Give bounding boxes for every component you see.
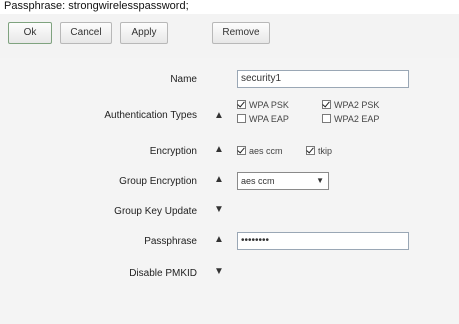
- group-encryption-row: Group Encryption ▲ aes ccm ▼: [0, 170, 459, 196]
- ok-button[interactable]: Ok: [8, 22, 52, 44]
- caption-text: Passphrase: strongwirelesspassword;: [4, 0, 189, 12]
- collapse-arrow-icon[interactable]: ▲: [214, 174, 224, 185]
- remove-button[interactable]: Remove: [212, 22, 270, 44]
- group-encryption-select[interactable]: aes ccm ▼: [237, 172, 329, 190]
- dropdown-arrow-icon: ▼: [316, 176, 324, 185]
- group-encryption-label: Group Encryption: [119, 176, 197, 187]
- encryption-aes-ccm-checkbox[interactable]: aes ccm: [237, 146, 283, 156]
- passphrase-input[interactable]: ••••••••: [237, 232, 409, 250]
- auth-wpa-psk-checkbox[interactable]: WPA PSK: [237, 100, 289, 110]
- name-input[interactable]: security1: [237, 70, 409, 88]
- apply-button[interactable]: Apply: [120, 22, 168, 44]
- auth-types-label: Authentication Types: [104, 110, 197, 121]
- expand-arrow-icon[interactable]: ▼: [214, 266, 224, 277]
- disable-pmkid-label: Disable PMKID: [129, 268, 197, 279]
- checkbox-icon: [237, 114, 246, 123]
- auth-wpa2-eap-checkbox[interactable]: WPA2 EAP: [322, 114, 379, 124]
- name-row: Name security1: [0, 68, 459, 94]
- passphrase-row: Passphrase ▲ ••••••••: [0, 230, 459, 256]
- name-label: Name: [170, 74, 197, 85]
- checkbox-icon: [237, 100, 246, 109]
- encryption-row: Encryption ▲ aes ccm tkip: [0, 140, 459, 166]
- cancel-button[interactable]: Cancel: [60, 22, 112, 44]
- passphrase-label: Passphrase: [144, 236, 197, 247]
- group-key-update-label: Group Key Update: [114, 206, 197, 217]
- auth-wpa2-psk-checkbox[interactable]: WPA2 PSK: [322, 100, 379, 110]
- checkbox-icon: [322, 100, 331, 109]
- toolbar: Ok Cancel Apply Remove: [0, 14, 459, 58]
- collapse-arrow-icon[interactable]: ▲: [214, 144, 224, 155]
- auth-wpa-eap-checkbox[interactable]: WPA EAP: [237, 114, 289, 124]
- collapse-arrow-icon[interactable]: ▲: [214, 110, 224, 121]
- encryption-tkip-checkbox[interactable]: tkip: [306, 146, 332, 156]
- security-profile-form: Name security1 Authentication Types ▲ WP…: [0, 58, 459, 324]
- disable-pmkid-row: Disable PMKID ▼: [0, 262, 459, 288]
- checkbox-icon: [322, 114, 331, 123]
- group-key-update-row: Group Key Update ▼: [0, 200, 459, 226]
- expand-arrow-icon[interactable]: ▼: [214, 204, 224, 215]
- checkbox-icon: [306, 146, 315, 155]
- auth-types-row: Authentication Types ▲ WPA PSK WPA2 PSK …: [0, 98, 459, 132]
- collapse-arrow-icon[interactable]: ▲: [214, 234, 224, 245]
- checkbox-icon: [237, 146, 246, 155]
- encryption-label: Encryption: [149, 146, 197, 157]
